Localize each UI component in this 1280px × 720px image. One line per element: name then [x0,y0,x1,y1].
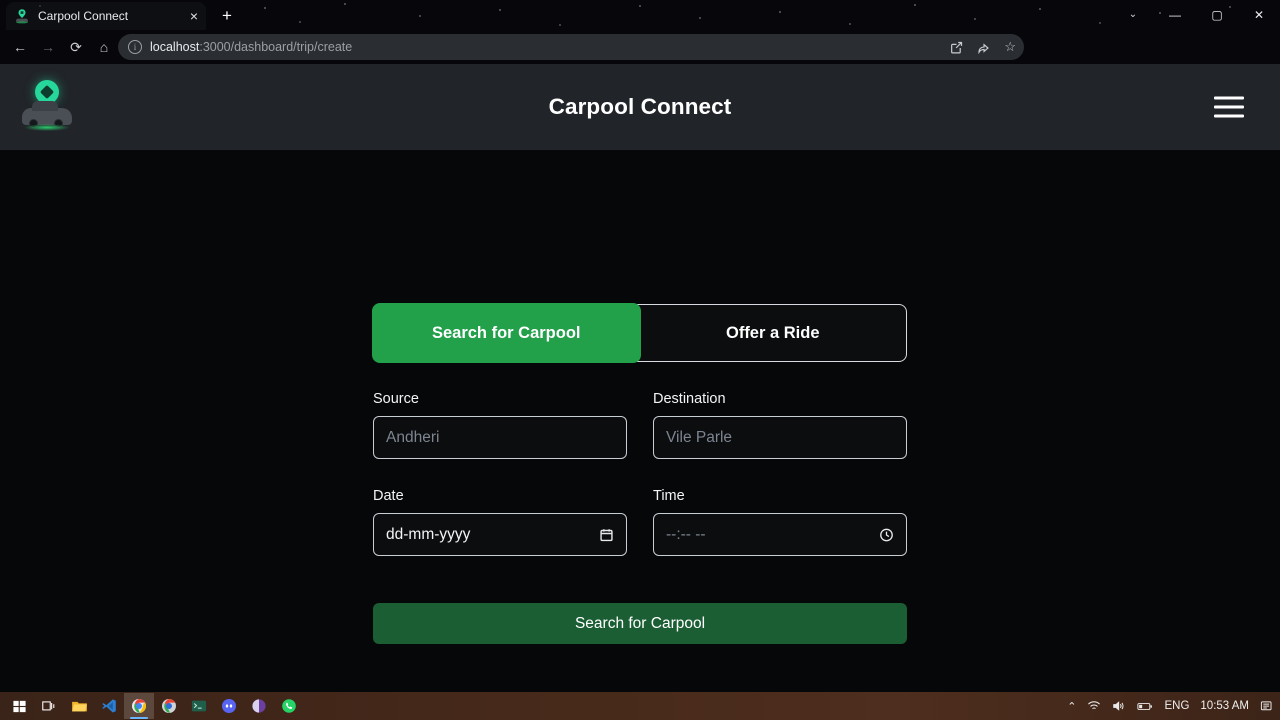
tray-chevron-up-icon[interactable]: ⌃ [1067,700,1076,713]
source-input[interactable]: Andheri [373,416,627,459]
url-path: :3000/dashboard/trip/create [199,40,353,54]
url-host: localhost [150,40,200,54]
date-time-row: Date dd-mm-yyyy Time --:-- -- [373,488,907,556]
file-explorer-icon[interactable] [64,693,94,719]
bookmark-star-icon[interactable]: ☆ [1004,39,1016,55]
site-header: Carpool Connect [0,64,1280,150]
speaker-icon[interactable] [1112,700,1126,712]
new-tab-button[interactable]: + [216,5,238,27]
address-bar[interactable]: i localhost:3000/dashboard/trip/create ☆ [118,34,1024,60]
mode-toggle-group: Search for Carpool Offer a Ride [373,304,907,362]
tab-strip: Carpool Connect × + ⌄ — ▢ ✕ [0,0,1280,30]
windows-start-icon[interactable] [4,693,34,719]
chevron-down-icon[interactable]: ⌄ [1112,0,1154,30]
source-field-group: Source Andheri [373,391,627,459]
carpool-pin-car-favicon-icon [14,8,30,24]
tab-offer-a-ride[interactable]: Offer a Ride [640,305,907,361]
clock-icon[interactable] [879,527,894,542]
tray-clock[interactable]: 10:53 AM [1200,700,1249,712]
destination-placeholder: Vile Parle [666,428,733,446]
reload-icon[interactable]: ⟳ [62,33,90,61]
battery-icon[interactable] [1137,701,1153,712]
trip-create-form: Search for Carpool Offer a Ride Source A… [373,150,907,692]
omnibox-actions: ☆ [950,34,1016,60]
wifi-icon[interactable] [1087,700,1101,712]
destination-input[interactable]: Vile Parle [653,416,907,459]
window-controls: ⌄ — ▢ ✕ [1112,0,1280,30]
chrome-icon[interactable] [124,693,154,719]
terminal-icon[interactable] [184,693,214,719]
browser-window: Carpool Connect × + ⌄ — ▢ ✕ ← → ⟳ ⌂ i lo… [0,0,1280,720]
install-app-icon[interactable] [950,41,963,54]
notification-icon[interactable] [1260,700,1274,712]
destination-label: Destination [653,391,726,407]
carpool-pin-car-logo-icon [22,75,72,136]
hamburger-menu-icon[interactable] [1214,96,1244,118]
submit-search-button[interactable]: Search for Carpool [373,603,907,644]
vscode-icon[interactable] [94,693,124,719]
time-value: --:-- -- [666,525,706,543]
source-label: Source [373,391,419,407]
forward-icon[interactable]: → [34,33,62,61]
windows-taskbar: ⌃ ENG 10:53 AM [0,692,1280,720]
tab-close-icon[interactable]: × [188,9,200,23]
nav-buttons: ← → ⟳ ⌂ [0,33,118,61]
time-input[interactable]: --:-- -- [653,513,907,556]
page-viewport: Carpool Connect Search for Carpool Offer… [0,64,1280,692]
share-icon[interactable] [977,41,990,54]
whatsapp-icon[interactable] [274,693,304,719]
site-info-icon[interactable]: i [128,40,142,54]
main-content: Search for Carpool Offer a Ride Source A… [0,150,1280,692]
back-icon[interactable]: ← [6,33,34,61]
tab-search-for-carpool[interactable]: Search for Carpool [373,304,640,362]
minimize-button[interactable]: — [1154,0,1196,30]
close-window-button[interactable]: ✕ [1238,0,1280,30]
time-field-group: Time --:-- -- [653,488,907,556]
taskbar-apps [0,693,304,719]
source-placeholder: Andheri [386,428,440,446]
date-field-group: Date dd-mm-yyyy [373,488,627,556]
circle-icon[interactable] [244,693,274,719]
home-icon[interactable]: ⌂ [90,33,118,61]
page-title: Carpool Connect [548,94,732,119]
calendar-icon[interactable] [599,527,614,542]
date-label: Date [373,488,404,504]
destination-field-group: Destination Vile Parle [653,391,907,459]
chrome-icon-2[interactable] [154,693,184,719]
system-tray: ⌃ ENG 10:53 AM [1067,700,1274,713]
tray-language[interactable]: ENG [1164,700,1189,712]
date-value: dd-mm-yyyy [386,525,471,543]
maximize-button[interactable]: ▢ [1196,0,1238,30]
browser-toolbar: ← → ⟳ ⌂ i localhost:3000/dashboard/trip/… [0,30,1280,89]
discord-icon[interactable] [214,693,244,719]
tab-title: Carpool Connect [38,9,129,23]
address-bar-url: localhost:3000/dashboard/trip/create [150,40,352,54]
browser-tab[interactable]: Carpool Connect × [6,2,206,30]
date-input[interactable]: dd-mm-yyyy [373,513,627,556]
time-label: Time [653,488,685,504]
source-destination-row: Source Andheri Destination Vile Parle [373,391,907,459]
task-view-icon[interactable] [34,693,64,719]
